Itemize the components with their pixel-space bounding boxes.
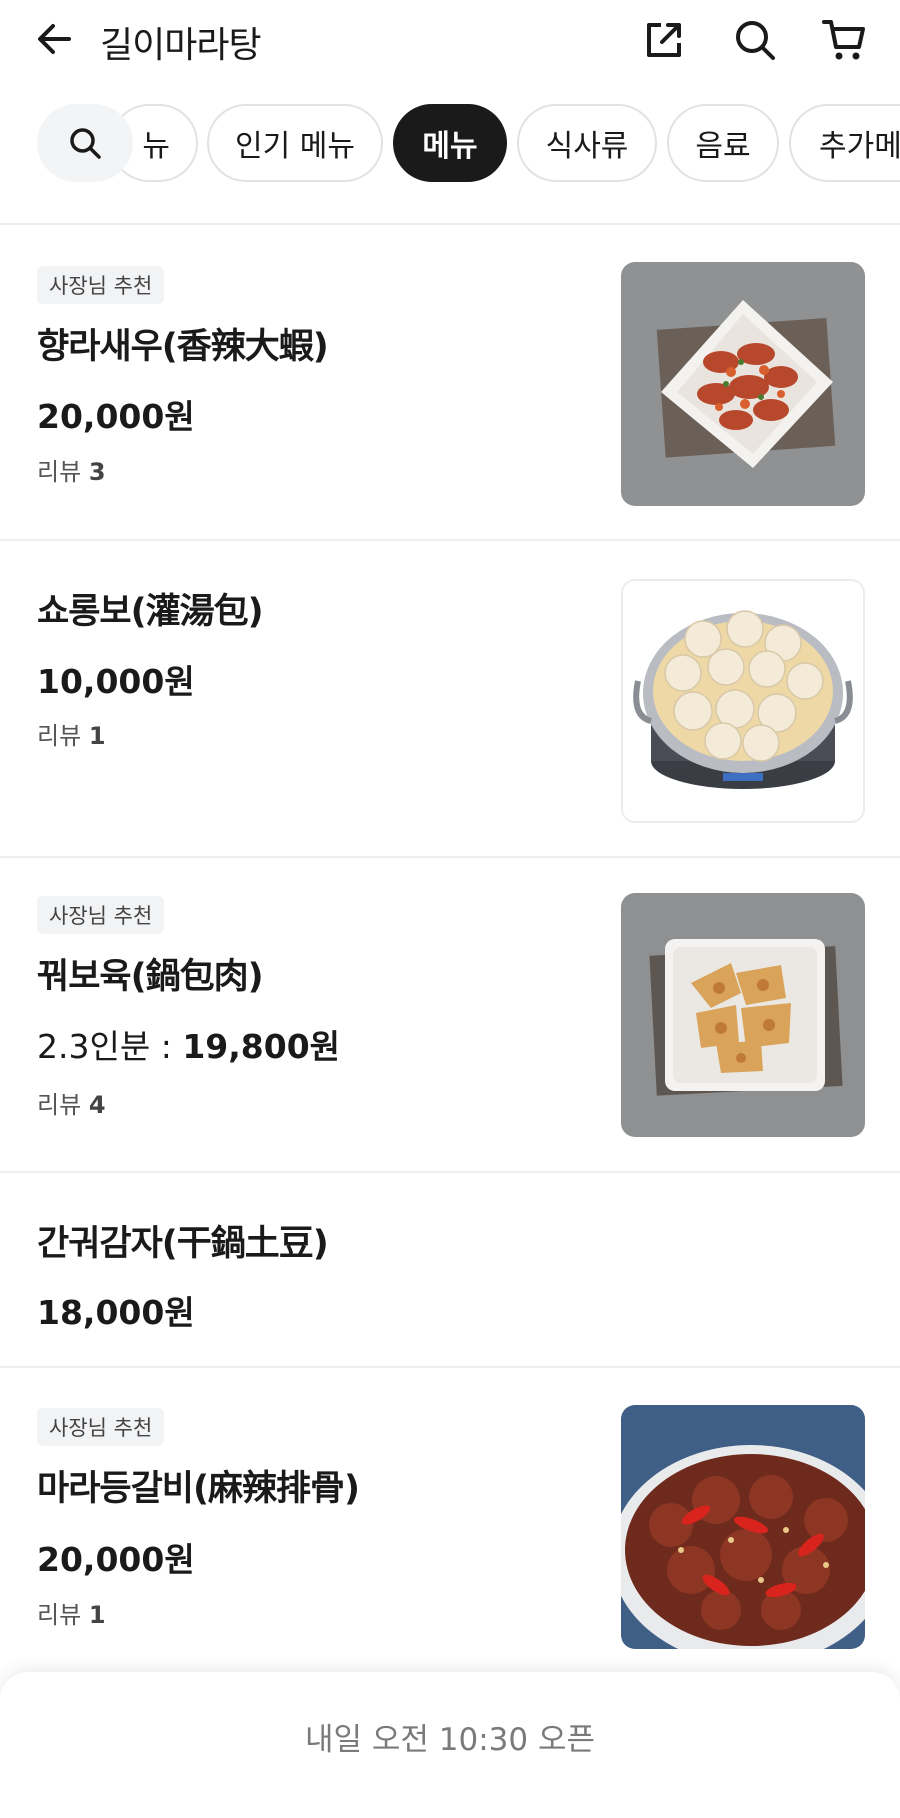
open-notice: 내일 오전 10:30 오픈	[304, 1722, 596, 1758]
menu-item-price: 20,000원	[37, 397, 195, 436]
cart-icon	[822, 20, 865, 60]
menu-item-price-row: 20,000원	[37, 1533, 195, 1581]
tab-label: 인기 메뉴	[235, 129, 355, 164]
owner-recommend-badge: 사장님 추천	[37, 896, 165, 934]
menu-item-name: 꿔보육(鍋包肉)	[37, 957, 264, 997]
menu-item[interactable]: 사장님 추천 꿔보육(鍋包肉) 2.3인분 : 19,800원 리뷰 4	[0, 858, 900, 1171]
app-header: 길이마라탕	[0, 0, 900, 80]
tab-label: 식사류	[545, 129, 629, 164]
review-count: 3	[88, 458, 106, 486]
tab-label: 음료	[695, 129, 751, 164]
search-icon	[736, 21, 775, 60]
menu-item-price: 10,000원	[37, 662, 195, 701]
menu-item-price: 19,800원	[182, 1027, 341, 1066]
tab-label: 뉴	[142, 129, 170, 164]
tab-meals[interactable]: 식사류	[517, 104, 657, 182]
owner-recommend-badge: 사장님 추천	[37, 1408, 165, 1446]
menu-item-reviews: 리뷰 1	[37, 1595, 106, 1630]
review-count: 1	[88, 722, 106, 750]
menu-item[interactable]: 사장님 추천 향라새우(香辣大蝦) 20,000원 리뷰 3	[0, 225, 900, 539]
menu-item-photo	[621, 262, 865, 506]
menu-item-price-row: 10,000원	[37, 655, 195, 703]
review-label: 리뷰	[37, 722, 82, 750]
menu-item-price-row: 2.3인분 : 19,800원	[37, 1020, 340, 1068]
tab-label: 메뉴	[422, 129, 478, 164]
review-count: 1	[88, 1601, 106, 1629]
soup-dumplings-photo	[623, 581, 863, 821]
menu-item[interactable]: 쇼롱보(灌湯包) 10,000원 리뷰 1	[0, 541, 900, 856]
menu-item-price: 20,000원	[37, 1540, 195, 1579]
menu-item-price: 18,000원	[37, 1293, 195, 1332]
menu-item-reviews: 리뷰 3	[37, 452, 106, 487]
tab-extra-menu[interactable]: 추가메	[789, 104, 900, 182]
search-icon	[70, 128, 101, 159]
store-name: 길이마라탕	[100, 25, 262, 66]
category-tabs: 뉴 인기 메뉴 메뉴 식사류 음료 추가메	[0, 100, 900, 186]
review-label: 리뷰	[37, 1091, 82, 1119]
search-button[interactable]	[727, 12, 783, 68]
spicy-ribs-photo	[621, 1405, 865, 1649]
menu-item-name: 향라새우(香辣大蝦)	[37, 327, 329, 367]
share-button[interactable]	[636, 12, 692, 68]
tab-label: 추가메	[819, 129, 900, 164]
menu-item-name: 간궈감자(干鍋土豆)	[37, 1224, 329, 1264]
menu-item-price-row: 20,000원	[37, 390, 195, 438]
arrow-left-icon	[38, 24, 71, 54]
cart-button[interactable]	[816, 12, 872, 68]
menu-item-reviews: 리뷰 1	[37, 716, 106, 751]
sweet-sour-pork-photo	[621, 893, 865, 1137]
menu-item-photo	[621, 1405, 865, 1649]
owner-recommend-badge: 사장님 추천	[37, 266, 165, 304]
tab-popular-menu[interactable]: 인기 메뉴	[207, 104, 383, 182]
menu-item-name: 마라등갈비(麻辣排骨)	[37, 1469, 360, 1509]
tab-menu[interactable]: 메뉴	[393, 104, 507, 182]
review-label: 리뷰	[37, 458, 82, 486]
menu-item[interactable]: 사장님 추천 마라등갈비(麻辣排骨) 20,000원 리뷰 1	[0, 1368, 900, 1672]
menu-item-price-row: 18,000원	[37, 1286, 195, 1334]
back-button[interactable]	[30, 14, 80, 64]
tab-drinks[interactable]: 음료	[667, 104, 779, 182]
share-icon	[647, 23, 681, 57]
bottom-bar: 내일 오전 10:30 오픈	[0, 1672, 900, 1818]
menu-item-reviews: 리뷰 4	[37, 1085, 106, 1120]
menu-item-photo	[621, 579, 865, 823]
menu-item-photo	[621, 893, 865, 1137]
review-count: 4	[88, 1091, 106, 1119]
menu-search-button[interactable]	[37, 104, 133, 182]
menu-item-name: 쇼롱보(灌湯包)	[37, 592, 264, 632]
review-label: 리뷰	[37, 1601, 82, 1629]
spicy-shrimp-photo	[621, 262, 865, 506]
menu-item[interactable]: 간궈감자(干鍋土豆) 18,000원	[0, 1173, 900, 1366]
menu-item-portion: 2.3인분 :	[37, 1027, 183, 1066]
